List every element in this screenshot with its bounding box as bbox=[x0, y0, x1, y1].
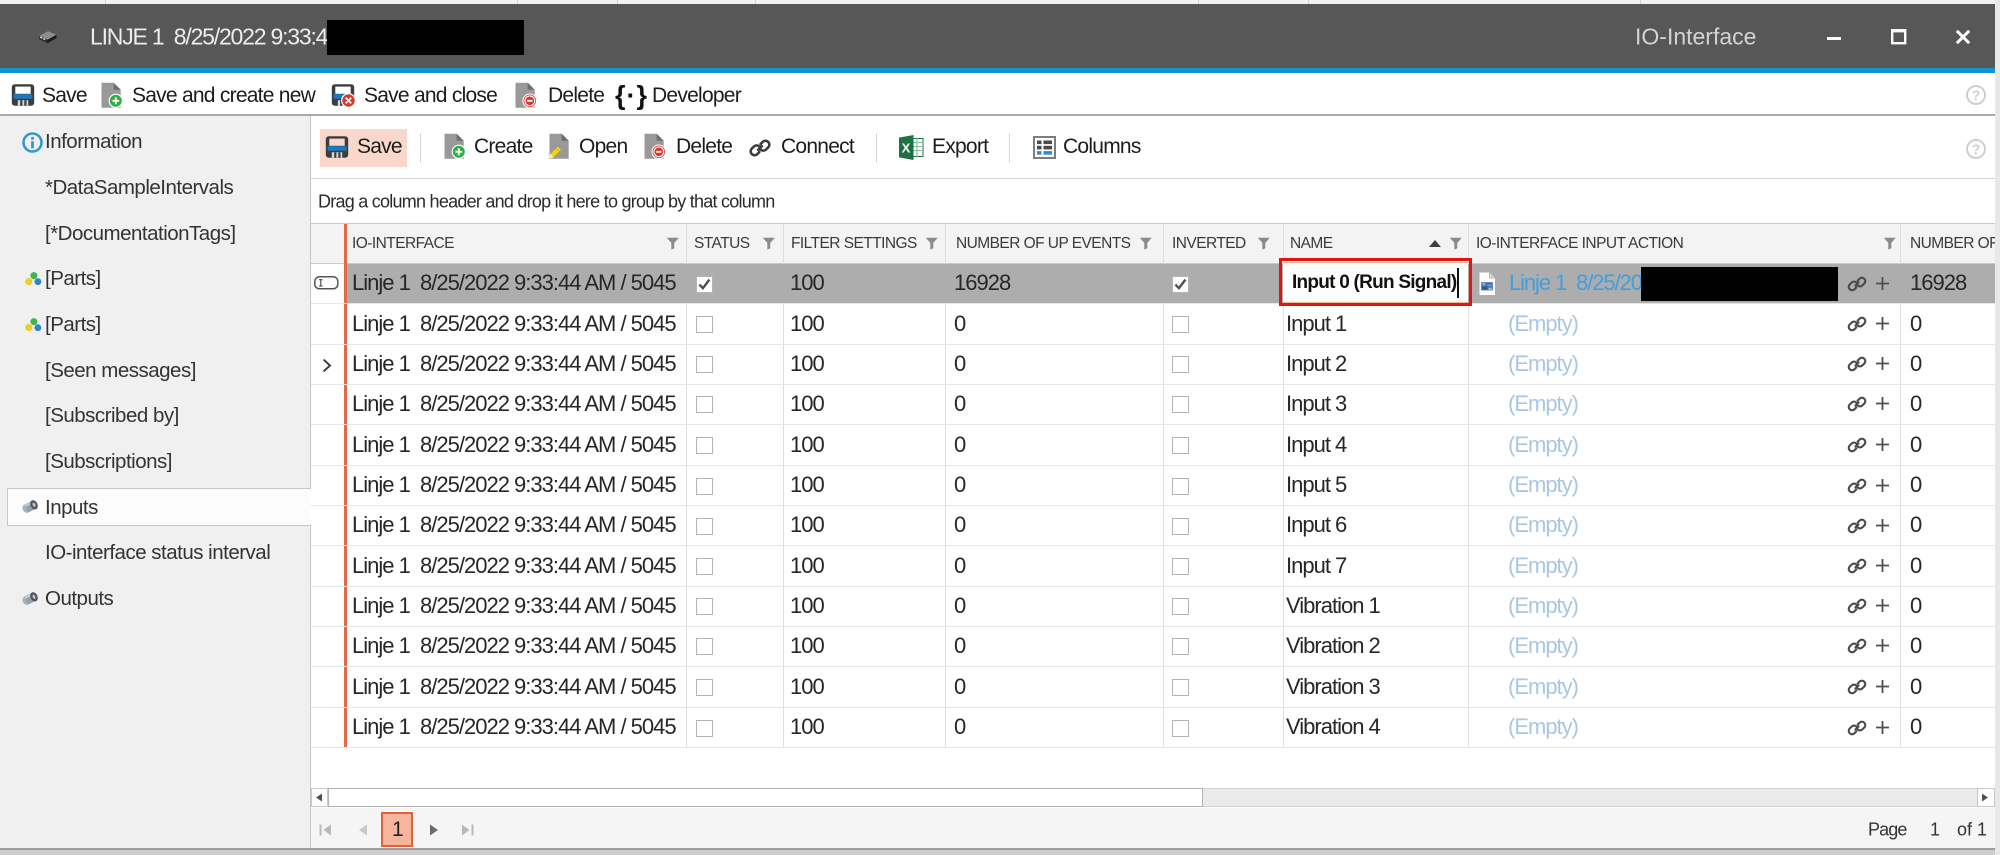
svg-text:X: X bbox=[902, 141, 911, 156]
